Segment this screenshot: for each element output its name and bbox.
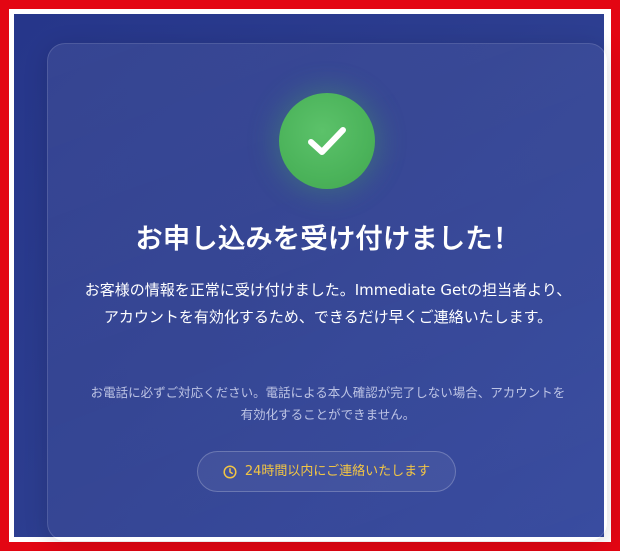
- confirmation-message: お客様の情報を正常に受け付けました。Immediate Getの担当者より、アカ…: [84, 281, 572, 326]
- page-background: お申し込みを受け付けました！ お客様の情報を正常に受け付けました。Immedia…: [14, 14, 607, 541]
- badge-label: 24時間以内にご連絡いたします: [244, 463, 431, 479]
- checkmark-icon: [307, 125, 347, 157]
- phone-notice: お電話に必ずご対応ください。電話による本人確認が完了しない場合、アカウントを有効…: [90, 385, 566, 422]
- clock-icon: [223, 464, 237, 479]
- confirmation-title: お申し込みを受け付けました！: [135, 224, 521, 255]
- contact-timeframe-badge: 24時間以内にご連絡いたします: [197, 451, 456, 492]
- success-badge: [279, 93, 375, 189]
- confirmation-card: お申し込みを受け付けました！ お客様の情報を正常に受け付けました。Immedia…: [47, 43, 607, 541]
